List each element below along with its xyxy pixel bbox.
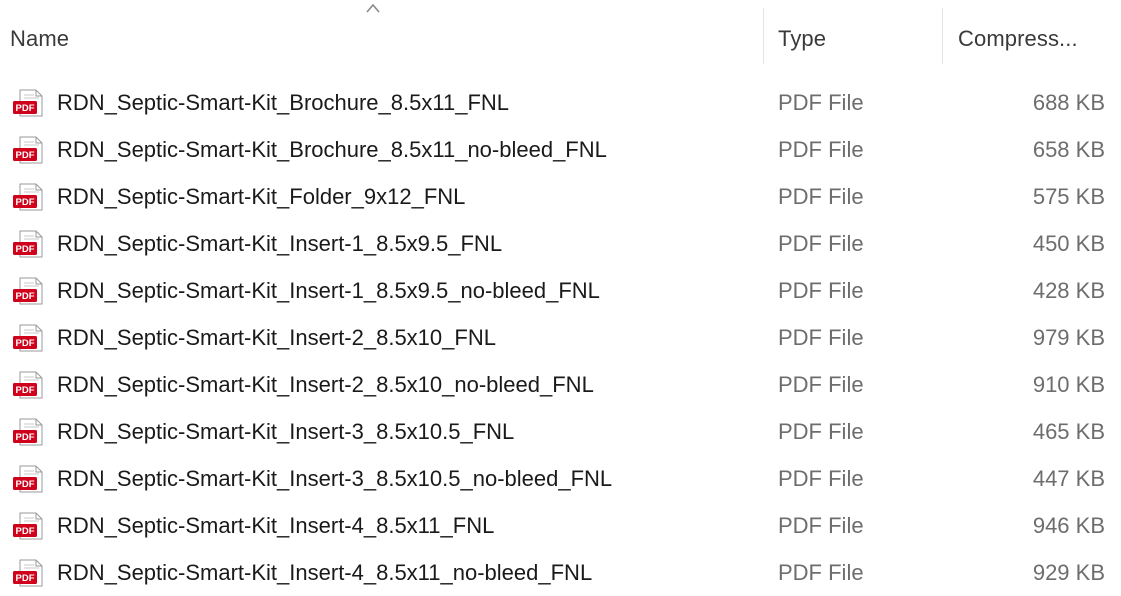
file-type: PDF File: [778, 560, 864, 585]
file-row[interactable]: PDF RDN_Septic-Smart-Kit_Insert-3_8.5x10…: [0, 455, 1121, 502]
file-size: 450 KB: [1032, 231, 1105, 256]
file-name: RDN_Septic-Smart-Kit_Brochure_8.5x11_FNL: [57, 90, 509, 115]
file-row[interactable]: PDF RDN_Septic-Smart-Kit_Insert-3_8.5x10…: [0, 408, 1121, 455]
svg-text:PDF: PDF: [16, 526, 35, 537]
file-size: 658 KB: [1032, 137, 1105, 162]
file-name: RDN_Septic-Smart-Kit_Insert-1_8.5x9.5_FN…: [57, 231, 503, 256]
file-row[interactable]: PDF RDN_Septic-Smart-Kit_Insert-2_8.5x10…: [0, 361, 1121, 408]
chevron-up-icon[interactable]: [366, 2, 380, 14]
file-size: 946 KB: [1032, 513, 1105, 538]
svg-text:PDF: PDF: [16, 573, 35, 584]
svg-text:PDF: PDF: [16, 385, 35, 396]
pdf-icon: PDF: [13, 371, 43, 399]
svg-text:PDF: PDF: [16, 338, 35, 349]
file-row[interactable]: PDF RDN_Septic-Smart-Kit_Insert-1_8.5x9.…: [0, 267, 1121, 314]
file-name: RDN_Septic-Smart-Kit_Insert-3_8.5x10.5_F…: [57, 419, 515, 444]
svg-text:PDF: PDF: [16, 103, 35, 114]
file-row[interactable]: PDF RDN_Septic-Smart-Kit_Insert-4_8.5x11…: [0, 502, 1121, 549]
file-name: RDN_Septic-Smart-Kit_Insert-2_8.5x10_FNL: [57, 325, 496, 350]
file-row[interactable]: PDF RDN_Septic-Smart-Kit_Insert-2_8.5x10…: [0, 314, 1121, 361]
file-type: PDF File: [778, 325, 864, 350]
file-name: RDN_Septic-Smart-Kit_Insert-1_8.5x9.5_no…: [57, 278, 600, 303]
file-name: RDN_Septic-Smart-Kit_Insert-2_8.5x10_no-…: [57, 372, 594, 397]
pdf-icon: PDF: [13, 136, 43, 164]
pdf-icon: PDF: [13, 89, 43, 117]
pdf-icon: PDF: [13, 183, 43, 211]
file-size: 929 KB: [1032, 560, 1105, 585]
file-type: PDF File: [778, 278, 864, 303]
svg-text:PDF: PDF: [16, 244, 35, 255]
file-name: RDN_Septic-Smart-Kit_Brochure_8.5x11_no-…: [57, 137, 607, 162]
pdf-icon: PDF: [13, 512, 43, 540]
file-size: 428 KB: [1032, 278, 1105, 303]
file-type: PDF File: [778, 90, 864, 115]
pdf-icon: PDF: [13, 465, 43, 493]
svg-text:PDF: PDF: [16, 150, 35, 161]
svg-text:PDF: PDF: [16, 479, 35, 490]
file-size: 575 KB: [1032, 184, 1105, 209]
svg-text:PDF: PDF: [16, 291, 35, 302]
file-size: 447 KB: [1032, 466, 1105, 491]
file-size: 979 KB: [1032, 325, 1105, 350]
file-row[interactable]: PDF RDN_Septic-Smart-Kit_Insert-4_8.5x11…: [0, 549, 1121, 596]
pdf-icon: PDF: [13, 230, 43, 258]
column-header-compressed-size[interactable]: Compress...: [958, 26, 1078, 52]
file-row[interactable]: PDF RDN_Septic-Smart-Kit_Brochure_8.5x11…: [0, 126, 1121, 173]
file-type: PDF File: [778, 137, 864, 162]
pdf-icon: PDF: [13, 418, 43, 446]
svg-text:PDF: PDF: [16, 197, 35, 208]
file-size: 688 KB: [1032, 90, 1105, 115]
file-name: RDN_Septic-Smart-Kit_Insert-4_8.5x11_no-…: [57, 560, 593, 585]
file-name: RDN_Septic-Smart-Kit_Folder_9x12_FNL: [57, 184, 466, 209]
file-name: RDN_Septic-Smart-Kit_Insert-3_8.5x10.5_n…: [57, 466, 613, 491]
file-list: PDF RDN_Septic-Smart-Kit_Brochure_8.5x11…: [0, 79, 1121, 596]
column-divider[interactable]: [763, 8, 764, 64]
file-type: PDF File: [778, 231, 864, 256]
file-row[interactable]: PDF RDN_Septic-Smart-Kit_Brochure_8.5x11…: [0, 79, 1121, 126]
column-header-name[interactable]: Name: [10, 26, 69, 52]
file-type: PDF File: [778, 372, 864, 397]
file-type: PDF File: [778, 419, 864, 444]
file-type: PDF File: [778, 184, 864, 209]
file-type: PDF File: [778, 466, 864, 491]
file-name: RDN_Septic-Smart-Kit_Insert-4_8.5x11_FNL: [57, 513, 495, 538]
file-row[interactable]: PDF RDN_Septic-Smart-Kit_Folder_9x12_FNL…: [0, 173, 1121, 220]
pdf-icon: PDF: [13, 559, 43, 587]
svg-text:PDF: PDF: [16, 432, 35, 443]
column-divider[interactable]: [942, 8, 943, 64]
column-header-bar: Name Type Compress...: [0, 0, 1121, 72]
file-size: 910 KB: [1032, 372, 1105, 397]
pdf-icon: PDF: [13, 277, 43, 305]
file-type: PDF File: [778, 513, 864, 538]
column-header-type[interactable]: Type: [778, 26, 826, 52]
file-size: 465 KB: [1032, 419, 1105, 444]
file-row[interactable]: PDF RDN_Septic-Smart-Kit_Insert-1_8.5x9.…: [0, 220, 1121, 267]
pdf-icon: PDF: [13, 324, 43, 352]
